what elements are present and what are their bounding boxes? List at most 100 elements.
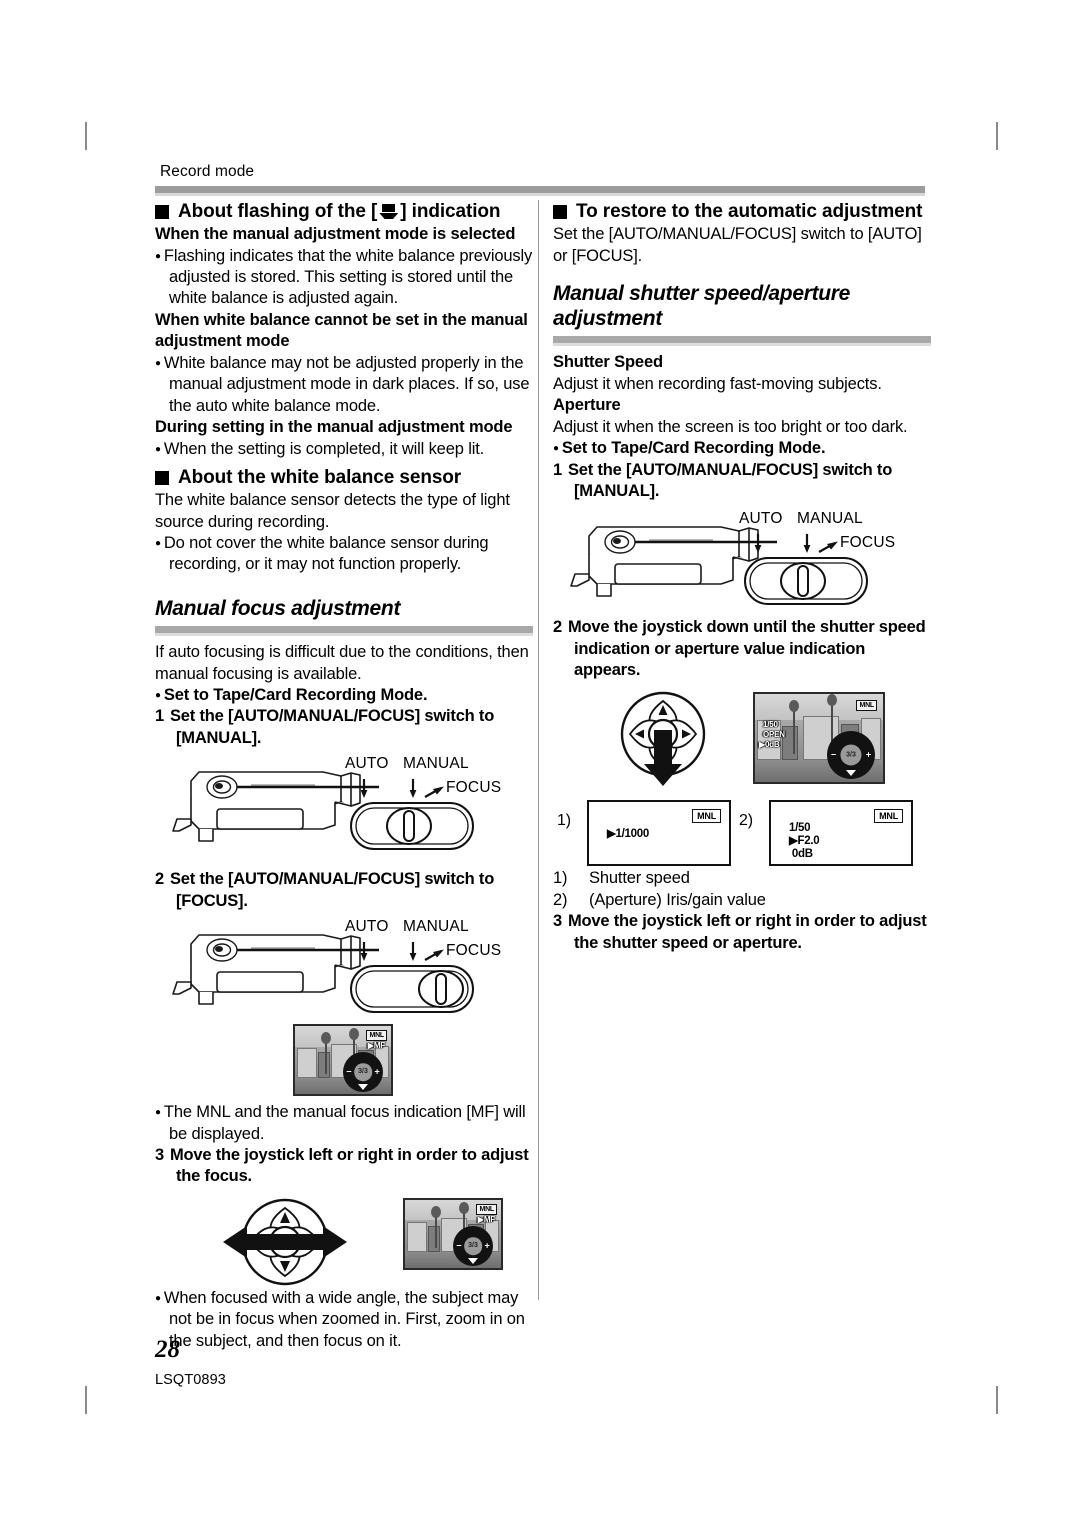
bullet-do-not-cover: Do not cover the white balance sensor du…: [155, 533, 533, 576]
header-rule: [155, 186, 925, 193]
osd-joystick-indicator: − 3/3 +: [453, 1225, 493, 1266]
monitor-2-value: 1/50 ▶F2.0 0dB: [789, 821, 820, 860]
osd-joystick-center: 3/3: [840, 744, 862, 766]
subheading-manual-mode-selected: When the manual adjustment mode is selec…: [155, 225, 516, 244]
legend-1-number: 1): [553, 868, 568, 887]
step-2-number-left: 2: [155, 870, 164, 889]
osd-mnl-badge: MNL: [476, 1203, 497, 1215]
white-balance-icon: [379, 204, 399, 219]
step-3-right: 3 Move the joystick left or right in orde…: [553, 911, 931, 954]
left-column: About flashing of the [] indication When…: [155, 200, 533, 1352]
section-rule: [155, 626, 533, 634]
legend-2: 2) (Aperture) Iris/gain value: [553, 890, 931, 912]
step-3-left: 3 Move the joystick left or right in orde…: [155, 1145, 533, 1188]
crop-mark-bottom-right: [996, 1386, 998, 1414]
step-3-number-left: 3: [155, 1146, 164, 1165]
figure-camera-switch-focus: AUTO MANUAL FOCUS: [155, 918, 533, 1022]
legend-1: 1) Shutter speed: [553, 868, 931, 890]
osd-shutter-line2: OPEN: [763, 729, 785, 739]
osd-mnl-badge: MNL: [366, 1030, 387, 1042]
step-2-text-left: Set the [AUTO/MANUAL/FOCUS] switch to [F…: [169, 870, 495, 910]
heading-restore-automatic: To restore to the automatic adjustment: [553, 200, 931, 223]
section-title-manual-focus: Manual focus adjustment: [155, 596, 401, 620]
legend-1-text: Shutter speed: [589, 868, 690, 887]
switch-label-focus: FOCUS: [840, 534, 896, 552]
right-column: To restore to the automatic adjustment S…: [553, 200, 931, 954]
square-bullet-icon: [553, 205, 567, 219]
step-2-number-right: 2: [553, 618, 562, 637]
switch-top-labels: AUTO MANUAL: [739, 510, 914, 532]
step-1-right: 1 Set the [AUTO/MANUAL/FOCUS] switch to […: [553, 460, 931, 503]
step-1-left: 1 Set the [AUTO/MANUAL/FOCUS] switch to […: [155, 706, 533, 749]
switch-label-auto: AUTO: [345, 918, 389, 936]
heading-white-balance-sensor: About the white balance sensor: [155, 466, 533, 489]
page-header-label: Record mode: [160, 163, 255, 180]
switch-top-labels: AUTO MANUAL: [345, 918, 520, 940]
heading-restore-text: To restore to the automatic adjustment: [576, 201, 923, 222]
switch-label-focus: FOCUS: [446, 779, 502, 797]
switch-label-manual: MANUAL: [403, 918, 469, 936]
switch-label-auto: AUTO: [739, 510, 783, 528]
osd-joystick-center: 3/3: [354, 1063, 372, 1081]
crop-mark-top-left: [85, 122, 87, 150]
monitor-1-value: ▶1/1000: [607, 827, 649, 840]
osd-mf-text: ▶MF: [367, 1041, 385, 1051]
figure-joystick-lr: MNL ▶MF − 3/3 +: [155, 1196, 533, 1288]
section-rule: [553, 336, 931, 344]
section-title-manual-shutter: Manual shutter speed/aperture adjustment: [553, 282, 851, 331]
heading-about-flashing: About flashing of the [] indication: [155, 200, 533, 223]
bullet-set-tape-card-mode-right: Set to Tape/Card Recording Mode.: [553, 438, 931, 459]
section-manual-focus: Manual focus adjustment: [155, 596, 533, 637]
figure-camera-switch-manual-2: AUTO MANUAL FOCUS: [553, 510, 931, 614]
switch-label-manual: MANUAL: [797, 510, 863, 528]
monitor-1-box: MNL ▶1/1000: [587, 799, 731, 866]
bullet-dark-places: White balance may not be adjusted proper…: [155, 353, 533, 417]
switch-diagram-focus: AUTO MANUAL FOCUS: [345, 918, 520, 1021]
step-3-text-right: Move the joystick left or right in order…: [567, 912, 927, 952]
switch-label-auto: AUTO: [345, 755, 389, 773]
page-number: 28: [155, 1336, 180, 1363]
figure-camera-switch-manual-1: AUTO MANUAL FOCUS: [155, 755, 533, 859]
step-2-right: 2 Move the joystick down until the shutte…: [553, 617, 931, 681]
label-aperture: Aperture: [553, 396, 621, 415]
monitor-1-mnl: MNL: [692, 808, 721, 823]
joystick-down-icon: [620, 691, 706, 786]
lcd-screen-shutter: MNL 1/50 OPEN ▶0dB − 3/3 +: [753, 691, 885, 784]
monitor-1-label: 1): [557, 811, 571, 829]
lcd-screen-mf: MNL ▶MF − 3/3 +: [293, 1024, 393, 1097]
osd-joystick-indicator: − 3/3 +: [343, 1052, 383, 1093]
crop-mark-bottom-left: [85, 1386, 87, 1414]
header-rule-light: [155, 193, 925, 196]
heading-flash-text-after: ] indication: [400, 201, 501, 222]
monitor-2-label: 2): [739, 811, 753, 829]
joystick-left-right-icon: [223, 1198, 347, 1286]
figure-monitor-examples: 1) MNL ▶1/1000 2) MNL 1/50 ▶F2.0 0dB: [553, 790, 931, 868]
osd-joystick-indicator: − 3/3 +: [827, 730, 875, 779]
osd-joystick-center: 3/3: [464, 1237, 482, 1255]
step-2-left: 2 Set the [AUTO/MANUAL/FOCUS] switch to […: [155, 869, 533, 912]
crop-mark-top-right: [996, 122, 998, 150]
restore-body-text: Set the [AUTO/MANUAL/FOCUS] switch to [A…: [553, 225, 922, 265]
legend-2-number: 2): [553, 890, 568, 909]
step-3-number-right: 3: [553, 912, 562, 931]
step-3-text-left: Move the joystick left or right in order…: [169, 1146, 529, 1186]
body-aperture: Adjust it when the screen is too bright …: [553, 417, 908, 436]
square-bullet-icon: [155, 470, 169, 485]
page-code: LSQT0893: [155, 1372, 226, 1388]
heading-sensor-text: About the white balance sensor: [178, 466, 462, 488]
step-1-text-left: Set the [AUTO/MANUAL/FOCUS] switch to [M…: [169, 707, 495, 747]
switch-label-focus-wrap: FOCUS: [446, 942, 501, 960]
osd-mnl-badge: MNL: [856, 699, 877, 711]
switch-diagram-manual-2: AUTO MANUAL FOCUS: [739, 510, 914, 613]
figure-joystick-down: MNL 1/50 OPEN ▶0dB − 3/3 +: [553, 690, 931, 788]
step-1-number-left: 1: [155, 707, 164, 726]
switch-label-focus: FOCUS: [446, 942, 502, 960]
switch-label-manual: MANUAL: [403, 755, 469, 773]
square-bullet-icon: [155, 205, 169, 219]
bullet-mnl-mf-displayed: The MNL and the manual focus indication …: [155, 1102, 533, 1145]
monitor-2-box: MNL 1/50 ▶F2.0 0dB: [769, 799, 913, 866]
bullet-set-tape-card-mode-left: Set to Tape/Card Recording Mode.: [155, 685, 533, 706]
column-divider: [538, 200, 539, 1300]
osd-mf-text: ▶MF: [477, 1214, 495, 1224]
lcd-screen-mf-2: MNL ▶MF − 3/3 +: [403, 1197, 503, 1270]
